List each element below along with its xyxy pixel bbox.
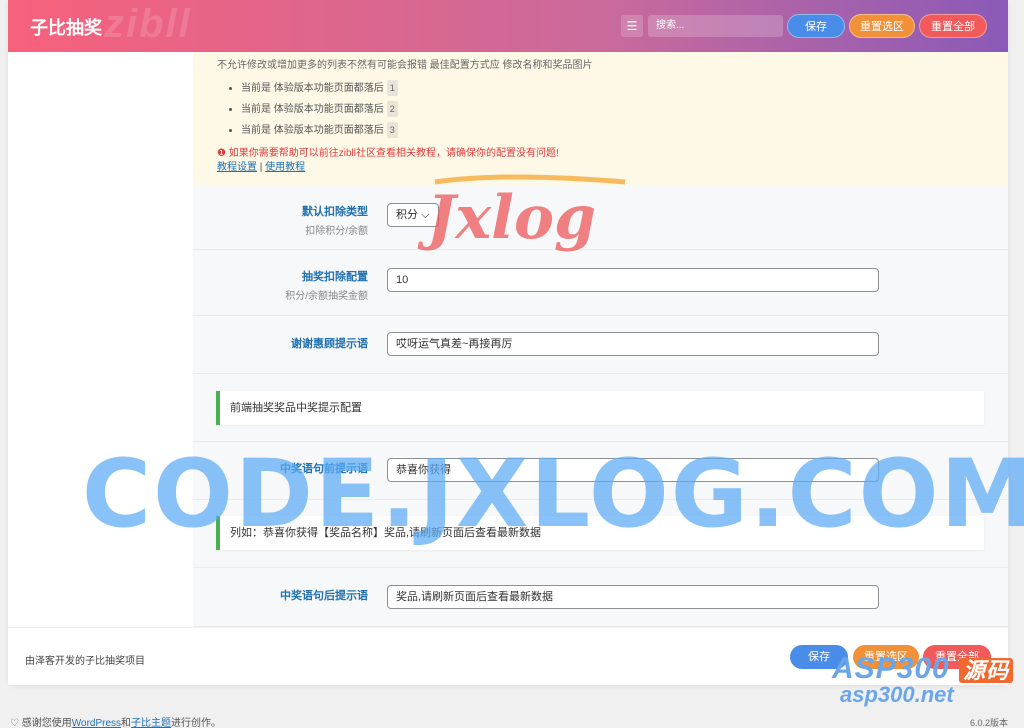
suffix-message-input[interactable]: 奖品,请刷新页面后查看最新数据	[387, 585, 879, 609]
menu-icon[interactable]: ☰	[621, 15, 643, 37]
watermark-swoosh	[434, 174, 626, 185]
thanks-message-input[interactable]: 哎呀运气真差~再接再厉	[387, 332, 879, 356]
header-watermark: zibll	[104, 2, 192, 46]
jxlog-watermark: Jxlog	[417, 174, 626, 253]
tutorial-settings-link[interactable]: 教程设置	[217, 162, 257, 173]
code-watermark: CODE.JXLOG.COM	[82, 440, 1024, 549]
help-warning: ❶ 如果你需要帮助可以前往zibll社区查看相关教程，请确保你的配置没有问题!	[217, 148, 559, 159]
save-button[interactable]: 保存	[787, 14, 845, 38]
notice-intro: 不允许修改或增加更多的列表不然有可能会报错 最佳配置方式应 修改名称和奖品图片	[217, 60, 593, 71]
asp300-watermark: ASP300 源码 asp300.net	[832, 651, 1014, 708]
usage-tutorial-link[interactable]: 使用教程	[265, 162, 305, 173]
wordpress-link[interactable]: WordPress	[72, 718, 121, 728]
reset-all-button[interactable]: 重置全部	[919, 14, 987, 38]
list-item: 当前是 体验版本功能页面都落后3	[241, 122, 398, 143]
field-sublabel: 扣除积分/余额	[305, 226, 368, 237]
field-label: 中奖语句后提示语	[280, 590, 368, 602]
page-title: 子比抽奖	[30, 18, 102, 38]
version-label: 6.0.2版本	[969, 718, 1008, 728]
search-input[interactable]: 搜索...	[648, 15, 783, 37]
field-sublabel: 积分/余额抽奖金额	[285, 291, 368, 302]
theme-link[interactable]: 子比主题	[131, 718, 171, 728]
watermark-text: Jxlog	[417, 183, 596, 253]
field-label: 抽奖扣除配置	[302, 271, 368, 283]
wp-footer: ♡ 感谢您使用WordPress和子比主题进行创作。	[10, 718, 222, 728]
footer-credit: 由泽客开发的子比抽奖项目	[25, 656, 145, 667]
field-label: 谢谢惠顾提示语	[291, 338, 368, 350]
notice-box: 不允许修改或增加更多的列表不然有可能会报错 最佳配置方式应 修改名称和奖品图片 …	[193, 52, 1008, 185]
help-links: 教程设置 | 使用教程	[217, 162, 306, 173]
heart-icon: ♡	[10, 718, 19, 728]
section-subhead: 前端抽奖奖品中奖提示配置	[216, 391, 984, 425]
deduct-amount-input[interactable]: 10	[387, 268, 879, 292]
reset-section-button[interactable]: 重置选区	[849, 14, 915, 38]
notice-list: 当前是 体验版本功能页面都落后1 当前是 体验版本功能页面都落后2 当前是 体验…	[241, 80, 398, 143]
field-row-thanks: 谢谢惠顾提示语 哎呀运气真差~再接再厉	[193, 316, 1008, 374]
field-label: 默认扣除类型	[302, 206, 368, 218]
list-item: 当前是 体验版本功能页面都落后2	[241, 101, 398, 122]
field-row-suffix: 中奖语句后提示语 奖品,请刷新页面后查看最新数据	[193, 568, 1008, 627]
list-item: 当前是 体验版本功能页面都落后1	[241, 80, 398, 101]
header: zibll 子比抽奖 ☰ 搜索... 保存 重置选区 重置全部	[8, 0, 1008, 52]
